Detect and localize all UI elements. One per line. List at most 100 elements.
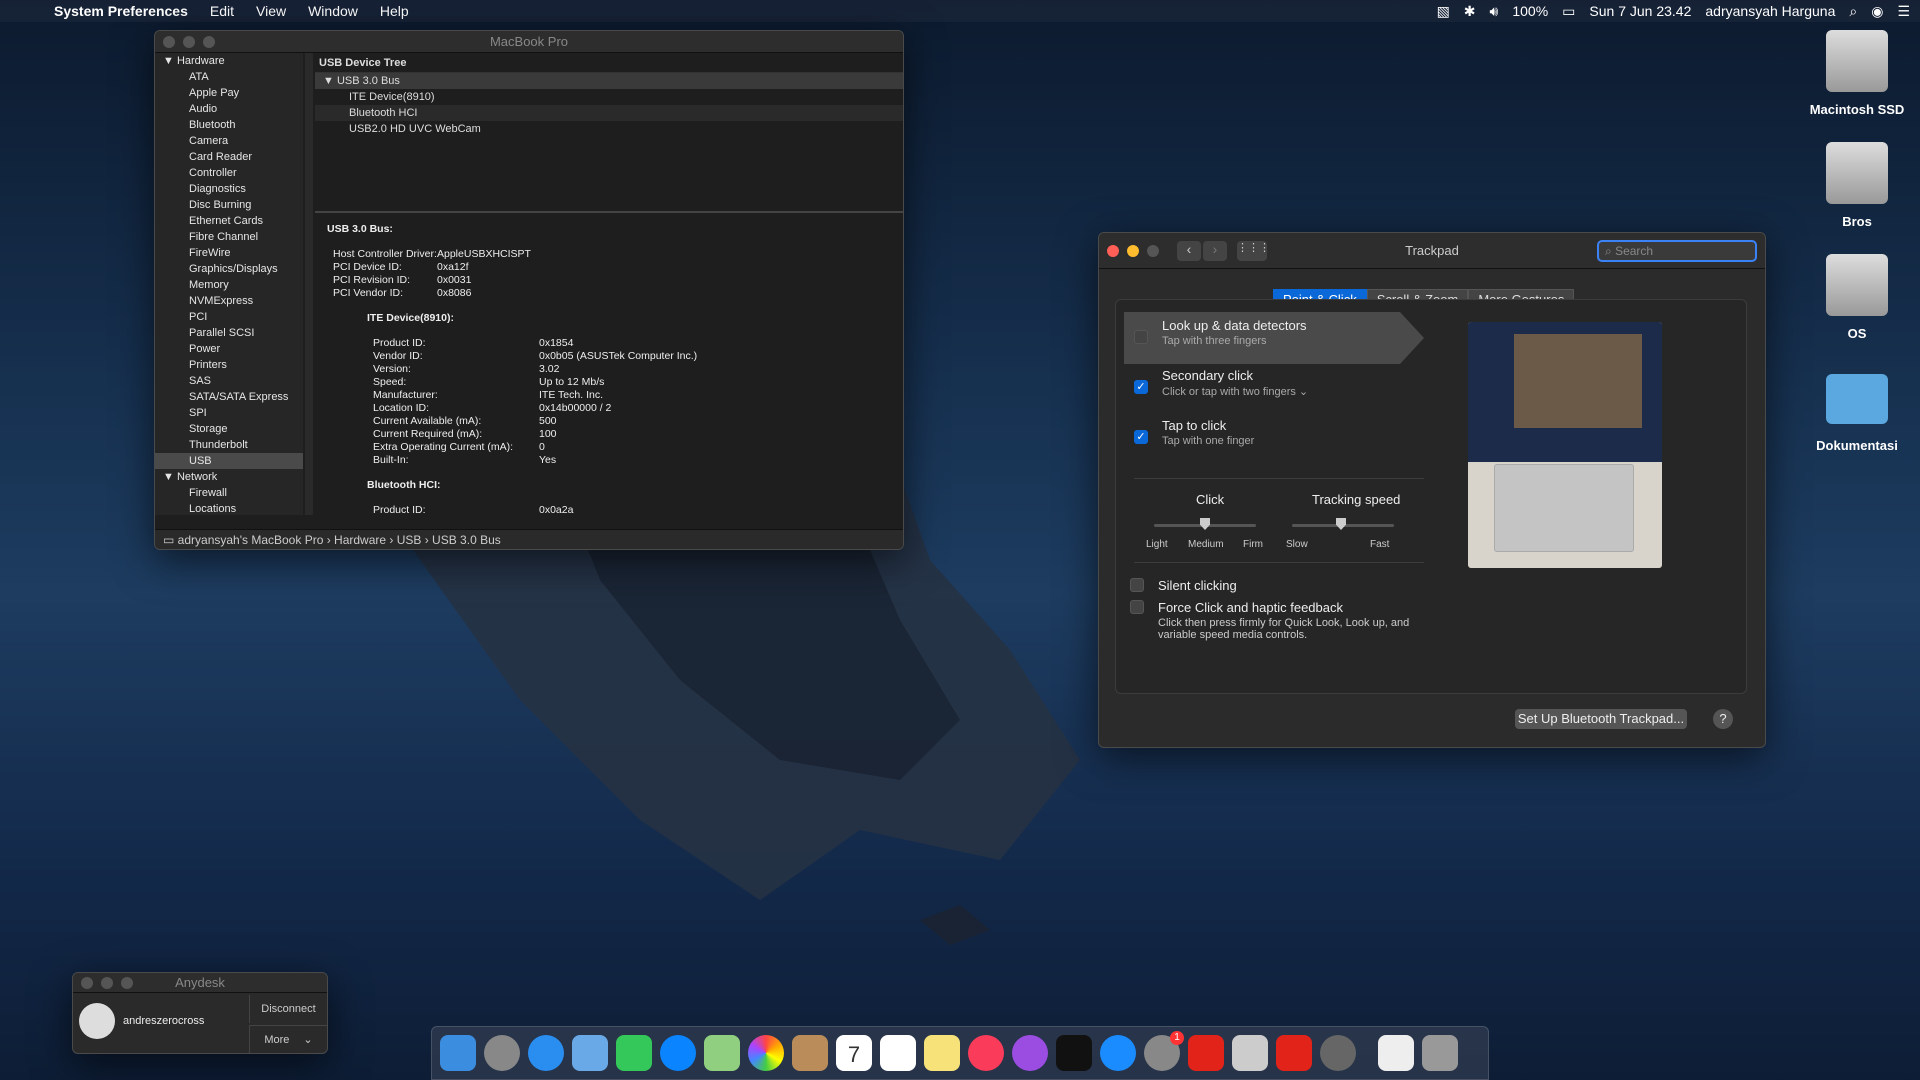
document-icon[interactable] bbox=[1378, 1035, 1414, 1071]
tree-row[interactable]: ▼ USB 3.0 Bus bbox=[315, 73, 903, 89]
tracking-speed-thumb[interactable] bbox=[1336, 518, 1346, 530]
os-drive-icon[interactable] bbox=[1826, 254, 1888, 316]
property-value: 0x1854 bbox=[539, 337, 574, 349]
sidebar-item[interactable]: PCI bbox=[155, 309, 303, 325]
volume-icon[interactable]: 🔊︎ bbox=[1490, 3, 1499, 20]
contacts-icon[interactable] bbox=[792, 1035, 828, 1071]
sidebar-item[interactable]: Apple Pay bbox=[155, 85, 303, 101]
sidebar-item[interactable]: Camera bbox=[155, 133, 303, 149]
macintosh-ssd-label[interactable]: Macintosh SSD bbox=[1797, 102, 1917, 117]
sidebar-item[interactable]: Card Reader bbox=[155, 149, 303, 165]
notes-icon[interactable] bbox=[924, 1035, 960, 1071]
disconnect-button[interactable]: Disconnect bbox=[249, 995, 327, 1023]
photos-icon[interactable] bbox=[748, 1035, 784, 1071]
sidebar-item[interactable]: Fibre Channel bbox=[155, 229, 303, 245]
property-row: Vendor ID: 0x0b05 (ASUSTek Computer Inc.) bbox=[373, 350, 891, 363]
tap-to-click-checkbox[interactable]: ✓ bbox=[1134, 430, 1148, 444]
sidebar-item[interactable]: SAS bbox=[155, 373, 303, 389]
user-name[interactable]: adryansyah Harguna bbox=[1705, 3, 1835, 19]
control-list-icon[interactable]: ☰ bbox=[1897, 3, 1910, 20]
calendar-icon[interactable]: 7 bbox=[836, 1035, 872, 1071]
silent-clicking-label: Silent clicking bbox=[1158, 578, 1237, 593]
property-row: Product ID: 0x0a2a bbox=[373, 504, 891, 517]
sidebar-item[interactable]: Disc Burning bbox=[155, 197, 303, 213]
click-slider-thumb[interactable] bbox=[1200, 518, 1210, 530]
apple-tv-icon[interactable] bbox=[1056, 1035, 1092, 1071]
sidebar-item[interactable]: Diagnostics bbox=[155, 181, 303, 197]
menu-view[interactable]: View bbox=[256, 3, 286, 19]
secondary-click-dropdown[interactable]: Click or tap with two fingers ⌄ bbox=[1162, 385, 1308, 398]
sidebar-item[interactable]: Locations bbox=[155, 501, 303, 515]
anydesk-icon[interactable] bbox=[1188, 1035, 1224, 1071]
mail-icon[interactable] bbox=[572, 1035, 608, 1071]
automator-icon[interactable] bbox=[1320, 1035, 1356, 1071]
dokumentasi-label[interactable]: Dokumentasi bbox=[1797, 438, 1917, 453]
messages-icon[interactable] bbox=[660, 1035, 696, 1071]
tree-row[interactable]: Bluetooth HCI bbox=[315, 105, 903, 121]
reminders-icon[interactable] bbox=[880, 1035, 916, 1071]
sidebar-item[interactable]: Memory bbox=[155, 277, 303, 293]
bluetooth-icon[interactable]: ✱ bbox=[1464, 3, 1476, 20]
sidebar-item[interactable]: Printers bbox=[155, 357, 303, 373]
silent-clicking-checkbox[interactable] bbox=[1130, 578, 1144, 592]
lookup-checkbox[interactable] bbox=[1134, 330, 1148, 344]
sidebar-item[interactable]: Audio bbox=[155, 101, 303, 117]
sidebar-item[interactable]: Ethernet Cards bbox=[155, 213, 303, 229]
force-click-checkbox[interactable] bbox=[1130, 600, 1144, 614]
sidebar-item[interactable]: SPI bbox=[155, 405, 303, 421]
preview-icon[interactable] bbox=[1232, 1035, 1268, 1071]
tree-row[interactable]: ITE Device(8910) bbox=[315, 89, 903, 105]
sidebar-item[interactable]: Power bbox=[155, 341, 303, 357]
bt-properties: Product ID: 0x0a2a bbox=[373, 504, 891, 517]
sidebar-scrollbar[interactable] bbox=[305, 53, 313, 515]
sidebar-item[interactable]: NVMExpress bbox=[155, 293, 303, 309]
sidebar-item[interactable]: USB bbox=[155, 453, 303, 469]
maps-icon[interactable] bbox=[704, 1035, 740, 1071]
clock[interactable]: Sun 7 Jun 23.42 bbox=[1589, 3, 1691, 19]
sidebar-item[interactable]: SATA/SATA Express bbox=[155, 389, 303, 405]
system-preferences-icon[interactable]: 1 bbox=[1144, 1031, 1184, 1071]
property-value: 0xa12f bbox=[437, 261, 469, 273]
bros-drive-icon[interactable] bbox=[1826, 142, 1888, 204]
menu-edit[interactable]: Edit bbox=[210, 3, 234, 19]
facetime-icon[interactable] bbox=[616, 1035, 652, 1071]
sysinfo-title: MacBook Pro bbox=[489, 34, 569, 49]
app-store-icon[interactable] bbox=[1100, 1035, 1136, 1071]
more-button[interactable]: More ⌄ bbox=[249, 1025, 327, 1053]
trash-icon[interactable] bbox=[1422, 1035, 1458, 1071]
siri-icon[interactable]: ◉ bbox=[1871, 3, 1883, 20]
sidebar-item[interactable]: FireWire bbox=[155, 245, 303, 261]
spotlight-icon[interactable]: ⌕ bbox=[1849, 3, 1857, 20]
os-label[interactable]: OS bbox=[1797, 326, 1917, 341]
search-field[interactable]: ⌕ Search bbox=[1597, 240, 1757, 262]
sidebar-item[interactable]: Thunderbolt bbox=[155, 437, 303, 453]
macintosh-ssd-icon[interactable] bbox=[1826, 30, 1888, 92]
sidebar-item[interactable]: Firewall bbox=[155, 485, 303, 501]
folder-icon[interactable] bbox=[1826, 374, 1888, 424]
bros-label[interactable]: Bros bbox=[1797, 214, 1917, 229]
finder-icon[interactable] bbox=[440, 1035, 476, 1071]
tree-row[interactable]: USB2.0 HD UVC WebCam bbox=[315, 121, 903, 137]
sidebar-group-network[interactable]: ▼ Network bbox=[155, 469, 303, 485]
sidebar-item[interactable]: ATA bbox=[155, 69, 303, 85]
music-icon[interactable] bbox=[968, 1035, 1004, 1071]
sidebar-item[interactable]: Controller bbox=[155, 165, 303, 181]
anydesk-alt-icon[interactable] bbox=[1276, 1035, 1312, 1071]
launchpad-icon[interactable] bbox=[484, 1035, 520, 1071]
sidebar-group-hardware[interactable]: ▼ Hardware bbox=[155, 53, 303, 69]
sidebar-item[interactable]: Graphics/Displays bbox=[155, 261, 303, 277]
safari-icon[interactable] bbox=[528, 1035, 564, 1071]
battery-percent[interactable]: 100% bbox=[1512, 3, 1548, 19]
secondary-click-checkbox[interactable]: ✓ bbox=[1134, 380, 1148, 394]
setup-bluetooth-trackpad-button[interactable]: Set Up Bluetooth Trackpad... bbox=[1515, 709, 1687, 729]
sidebar-item[interactable]: Bluetooth bbox=[155, 117, 303, 133]
sidebar-item[interactable]: Parallel SCSI bbox=[155, 325, 303, 341]
sidebar-item[interactable]: Storage bbox=[155, 421, 303, 437]
help-button[interactable]: ? bbox=[1713, 709, 1733, 729]
menu-help[interactable]: Help bbox=[380, 3, 409, 19]
menu-window[interactable]: Window bbox=[308, 3, 358, 19]
menu-app-name[interactable]: System Preferences bbox=[54, 3, 188, 19]
battery-icon[interactable]: ▭ bbox=[1562, 3, 1575, 20]
podcasts-icon[interactable] bbox=[1012, 1035, 1048, 1071]
activity-monitor-icon[interactable]: ▧ bbox=[1437, 3, 1450, 20]
